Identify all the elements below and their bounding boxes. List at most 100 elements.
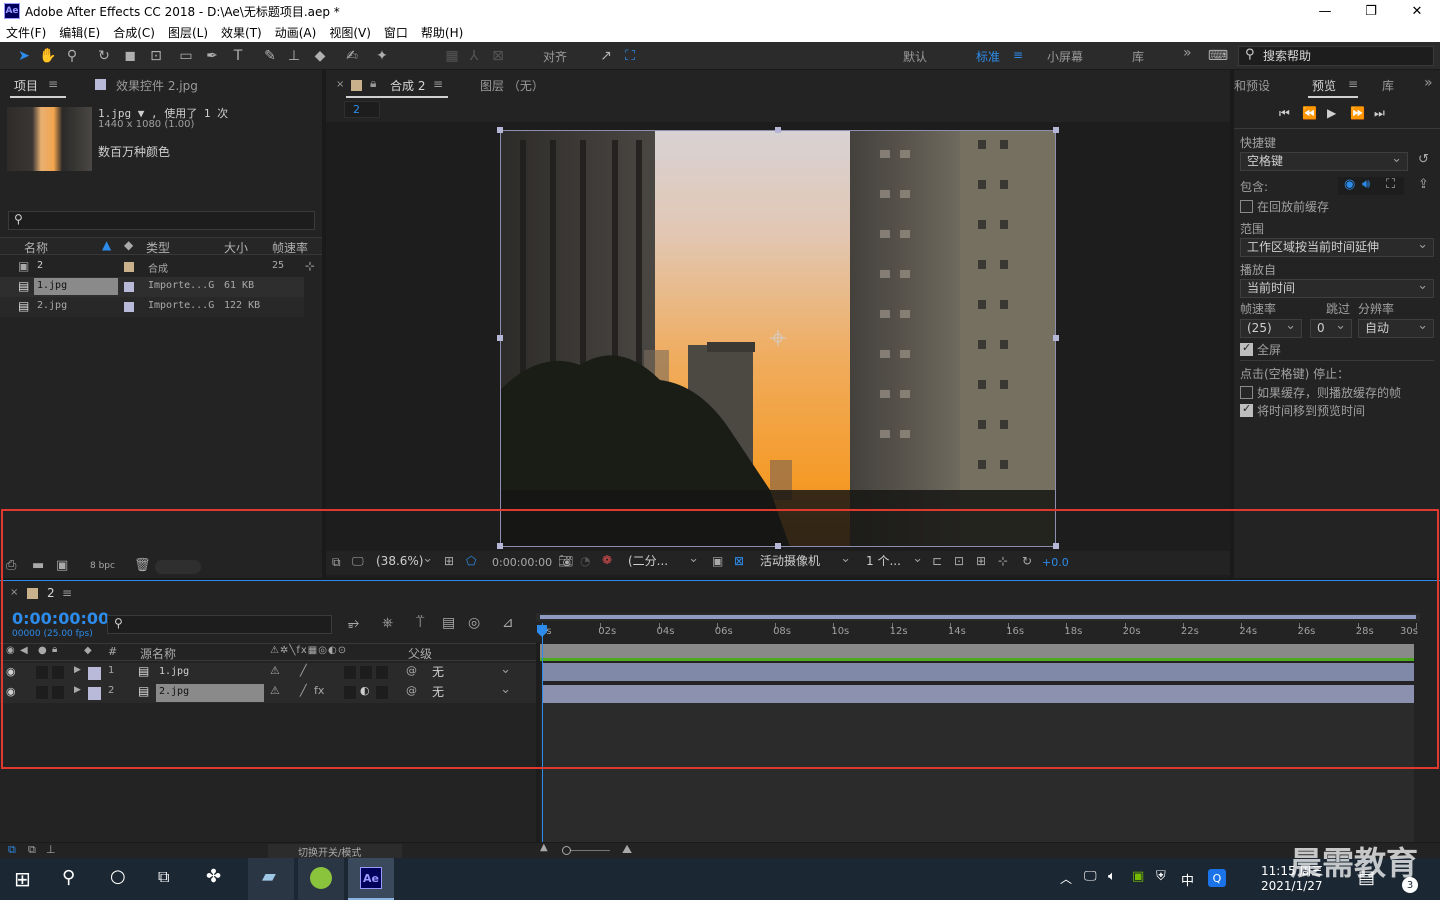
hand-tool-icon[interactable]: ✋	[38, 46, 58, 66]
taskbar-app-button[interactable]	[298, 858, 344, 900]
close-button[interactable]: ✕	[1394, 0, 1440, 22]
tab-preview[interactable]: 预览	[1312, 77, 1336, 94]
column-name[interactable]: 名称	[24, 239, 48, 256]
task-view-icon[interactable]: ⧉	[158, 867, 169, 887]
include-overlays-icon[interactable]: ⛶	[1386, 177, 1395, 192]
transform-handle[interactable]	[1053, 127, 1059, 133]
move-time-checkbox[interactable]	[1240, 402, 1253, 417]
fullscreen-checkbox[interactable]	[1240, 341, 1253, 356]
menu-file[interactable]: 文件(F)	[6, 24, 46, 41]
puppet-pin-tool-icon[interactable]: ✦	[372, 46, 392, 66]
menu-view[interactable]: 视图(V)	[329, 24, 371, 41]
menu-animation[interactable]: 动画(A)	[275, 24, 317, 41]
help-search-input[interactable]: 搜索帮助	[1238, 46, 1434, 66]
rectangle-tool-icon[interactable]: ▭	[176, 46, 196, 66]
project-item-row[interactable]: ▤ 1.jpg Importe...G 61 KB	[0, 277, 304, 297]
next-frame-icon[interactable]: ⏩	[1350, 106, 1365, 120]
taskbar-app-button-active[interactable]: Ae	[348, 858, 394, 900]
tab-library[interactable]: 库	[1382, 77, 1394, 94]
windows-start-icon[interactable]: ⊞	[14, 867, 31, 891]
zoom-slider-handle[interactable]	[562, 846, 571, 855]
close-tab-icon[interactable]: ×	[336, 79, 344, 90]
pan-behind-tool-icon[interactable]: ⊡	[146, 46, 166, 66]
toggle-switches-modes-button[interactable]: 切换开关/模式	[268, 844, 402, 859]
zoom-tool-icon[interactable]: ⚲	[62, 46, 82, 66]
project-search-input[interactable]	[8, 211, 315, 230]
rotate-tool-icon[interactable]: ↻	[94, 46, 114, 66]
resolution-dropdown[interactable]: 自动	[1358, 317, 1434, 338]
brush-tool-icon[interactable]: ✎	[260, 46, 280, 66]
play-icon[interactable]: ▶	[1327, 106, 1336, 120]
menu-effect[interactable]: 效果(T)	[221, 24, 262, 41]
column-size[interactable]: 大小	[224, 239, 248, 256]
flowchart-icon[interactable]: ⊹	[305, 259, 315, 273]
view-axis-icon[interactable]: ⊠	[488, 46, 508, 66]
workspace-menu-icon[interactable]: ≡	[1013, 48, 1023, 62]
workspace-small-screen[interactable]: 小屏幕	[1047, 48, 1083, 65]
menu-help[interactable]: 帮助(H)	[421, 24, 463, 41]
volume-icon[interactable]: 🔈︎	[1108, 869, 1116, 884]
security-shield-icon[interactable]: ⛨	[1156, 869, 1166, 884]
menu-window[interactable]: 窗口	[384, 24, 408, 41]
project-item-row[interactable]: ▣ 2 合成 25 ⊹	[0, 257, 322, 277]
skip-dropdown[interactable]: 0	[1310, 317, 1352, 338]
input-method-indicator[interactable]: 中	[1181, 870, 1194, 889]
selection-tool-icon[interactable]: ➤	[14, 46, 34, 66]
snap-option-icon[interactable]: ↗	[596, 46, 616, 66]
network-icon[interactable]: 🖵	[1084, 869, 1097, 884]
workspace-standard[interactable]: 标准	[976, 48, 1000, 65]
pinwheel-app-icon[interactable]: ✤	[206, 866, 221, 887]
column-frame-rate[interactable]: 帧速率	[272, 239, 308, 256]
tab-composition[interactable]: 合成 2	[390, 77, 425, 94]
workspace-default[interactable]: 默认	[903, 48, 927, 65]
cortana-icon[interactable]: ○	[110, 866, 126, 887]
transform-handle[interactable]	[497, 335, 503, 341]
lock-icon[interactable]: 🔒︎	[370, 76, 376, 91]
transfer-controls-icon[interactable]: ⧉	[28, 843, 36, 857]
workspace-library[interactable]: 库	[1132, 48, 1144, 65]
more-panels-icon[interactable]: »	[1424, 75, 1433, 91]
more-workspaces-button[interactable]: »	[1183, 45, 1192, 61]
tab-effect-controls[interactable]: 效果控件 2.jpg	[116, 77, 198, 94]
camera-tool-icon[interactable]: ◼	[120, 46, 140, 66]
menu-composition[interactable]: 合成(C)	[113, 24, 155, 41]
frame-rate-dropdown[interactable]: (25)	[1240, 317, 1302, 338]
transform-handle[interactable]	[775, 127, 781, 133]
tab-effects-presets[interactable]: 和预设	[1234, 77, 1270, 94]
project-item-row[interactable]: ▤ 2.jpg Importe...G 122 KB	[0, 297, 304, 317]
play-cached-checkbox[interactable]	[1240, 386, 1253, 399]
include-audio-icon[interactable]: 🔊︎	[1362, 177, 1370, 192]
local-axis-icon[interactable]: ▦	[442, 46, 462, 66]
pen-tool-icon[interactable]: ✒	[202, 46, 222, 66]
range-dropdown[interactable]: 工作区域按当前时间延伸	[1240, 236, 1434, 257]
transform-handle[interactable]	[1053, 335, 1059, 341]
taskbar-app-button[interactable]: ▰	[248, 858, 294, 900]
zoom-in-icon[interactable]: ⛰	[622, 842, 632, 857]
sync-settings-icon[interactable]: ⌨	[1208, 46, 1228, 66]
export-icon[interactable]: ⇪	[1418, 177, 1429, 192]
minimize-button[interactable]: —	[1302, 0, 1348, 22]
snap-grid-icon[interactable]: ⛶	[620, 46, 640, 66]
column-type[interactable]: 类型	[146, 239, 170, 256]
panel-menu-icon[interactable]: ≡	[433, 77, 443, 91]
world-axis-icon[interactable]: ⅄	[464, 46, 484, 66]
menu-edit[interactable]: 编辑(E)	[59, 24, 100, 41]
first-frame-icon[interactable]: ⏮	[1279, 106, 1290, 121]
cache-before-playback-checkbox[interactable]	[1240, 200, 1253, 213]
search-icon[interactable]: ⚲	[62, 867, 75, 888]
render-time-icon[interactable]: ⊥	[46, 843, 56, 856]
zoom-out-icon[interactable]: ▲	[540, 842, 548, 853]
clone-stamp-tool-icon[interactable]: ⊥	[284, 46, 304, 66]
panel-menu-icon[interactable]: ≡	[48, 77, 58, 91]
tab-layer[interactable]: 图层 （无）	[480, 77, 544, 94]
layer-switches-toggle-icon[interactable]: ⧉	[8, 843, 16, 857]
show-hidden-icons-icon[interactable]: ︿	[1060, 870, 1072, 887]
shortcut-dropdown[interactable]: 空格键	[1240, 150, 1408, 171]
tab-project[interactable]: 项目	[14, 77, 38, 94]
include-video-icon[interactable]: ◉	[1344, 177, 1355, 192]
nvidia-icon[interactable]: ▣	[1132, 869, 1144, 884]
previous-frame-icon[interactable]: ⏪	[1302, 106, 1317, 120]
qq-browser-icon[interactable]: Q	[1208, 869, 1226, 887]
layer-bounding-box[interactable]	[500, 130, 1056, 547]
maximize-button[interactable]: ❐	[1348, 0, 1394, 22]
